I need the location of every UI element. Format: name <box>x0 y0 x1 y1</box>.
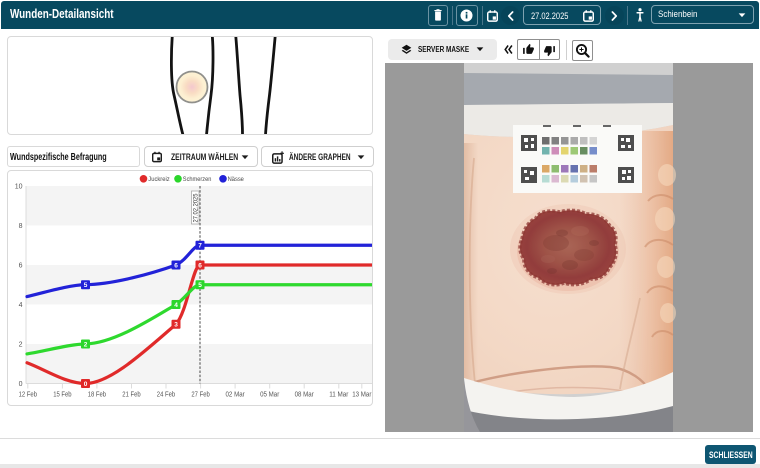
svg-text:Juckreiz: Juckreiz <box>148 176 169 183</box>
svg-text:5: 5 <box>84 282 88 289</box>
svg-text:08 Mar: 08 Mar <box>295 392 315 399</box>
svg-text:0: 0 <box>19 381 23 388</box>
svg-text:27.02.2025: 27.02.2025 <box>193 193 200 222</box>
svg-text:4: 4 <box>19 302 23 309</box>
svg-text:21 Feb: 21 Feb <box>122 392 140 399</box>
svg-text:05 Mar: 05 Mar <box>260 392 280 399</box>
svg-text:Schmerzen: Schmerzen <box>183 176 212 183</box>
svg-text:18 Feb: 18 Feb <box>88 392 106 399</box>
svg-text:02 Mar: 02 Mar <box>226 392 246 399</box>
svg-text:0: 0 <box>84 381 88 388</box>
svg-text:6: 6 <box>174 262 178 269</box>
svg-text:3: 3 <box>174 322 178 329</box>
svg-text:6: 6 <box>198 262 202 269</box>
svg-text:7: 7 <box>198 243 202 250</box>
svg-text:11 Mar: 11 Mar <box>329 392 349 399</box>
svg-text:8: 8 <box>19 223 23 230</box>
svg-text:15 Feb: 15 Feb <box>53 392 71 399</box>
svg-text:24 Feb: 24 Feb <box>157 392 175 399</box>
svg-text:6: 6 <box>19 263 23 270</box>
svg-text:Nässe: Nässe <box>228 176 245 183</box>
svg-text:12 Feb: 12 Feb <box>19 392 37 399</box>
svg-text:2: 2 <box>84 341 88 348</box>
svg-text:2: 2 <box>19 342 23 349</box>
svg-text:5: 5 <box>198 282 202 289</box>
svg-text:13 Mar: 13 Mar <box>352 392 372 399</box>
svg-text:10: 10 <box>15 184 23 191</box>
svg-text:27 Feb: 27 Feb <box>191 392 209 399</box>
svg-text:4: 4 <box>174 302 178 309</box>
